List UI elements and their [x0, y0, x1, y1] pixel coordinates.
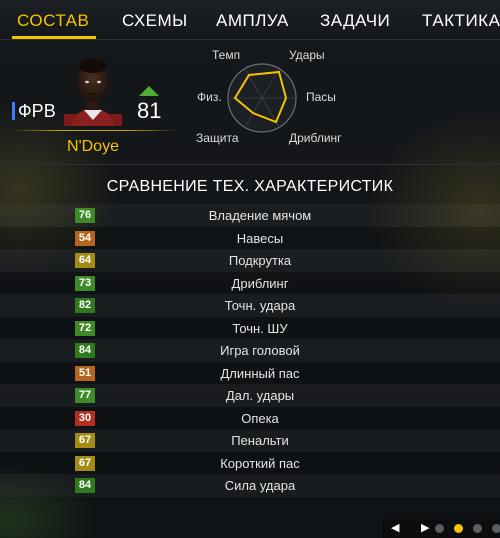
- pager: ◀ ▶: [382, 519, 500, 538]
- radar-label-passing: Пасы: [306, 90, 336, 104]
- attribute-label: Подкрутка: [228, 253, 292, 268]
- tab-roles[interactable]: АМПЛУА: [216, 11, 289, 31]
- tab-tactics[interactable]: ТАКТИКА: [422, 11, 500, 31]
- radar-label-pace: Темп: [212, 48, 241, 62]
- attribute-row: 67 Короткий пас: [0, 451, 500, 474]
- position-marker: [12, 102, 15, 120]
- attribute-value-badge: 67: [75, 433, 95, 448]
- attribute-row: 84 Сила удара: [0, 474, 500, 497]
- radar-label-dribbling: Дриблинг: [289, 131, 342, 145]
- player-portrait: [64, 59, 122, 126]
- player-name: N'Doye: [67, 138, 119, 155]
- previous-page-arrow-icon[interactable]: ◀: [391, 521, 399, 534]
- attribute-row: 51 Длинный пас: [0, 361, 500, 384]
- attribute-comparison-list: 76 Владение мячом 54 Навесы 64 Подкрутка 73 Дри…: [0, 204, 500, 497]
- page-dot[interactable]: [473, 524, 482, 533]
- attribute-value-badge: 73: [75, 275, 95, 291]
- attribute-value-badge: 54: [75, 230, 95, 246]
- name-divider: [10, 130, 178, 131]
- attribute-label: Дал. удары: [225, 388, 295, 403]
- player-card[interactable]: ФРВ 81 N'Doye: [8, 44, 178, 162]
- attribute-label: Дриблинг: [231, 275, 289, 291]
- active-tab-indicator: [12, 36, 96, 39]
- comparison-title: СРАВНЕНИЕ ТЕХ. ХАРАКТЕРИСТИК: [106, 178, 394, 195]
- radar-label-shooting: Удары: [289, 48, 325, 62]
- attribute-radar-chart: [227, 63, 297, 133]
- attribute-row: 76 Владение мячом: [0, 204, 500, 227]
- attribute-label: Пенальти: [231, 433, 289, 448]
- attribute-label: Длинный пас: [220, 365, 300, 381]
- attribute-row: 30 Опека: [0, 406, 500, 429]
- radar-label-physical: Физ.: [197, 90, 222, 104]
- attribute-row: 67 Пенальти: [0, 429, 500, 452]
- attribute-row: 72 Точн. ШУ: [0, 316, 500, 339]
- attribute-row: 54 Навесы: [0, 226, 500, 249]
- tab-squad[interactable]: СОСТАВ: [17, 11, 89, 31]
- attribute-value-badge: 72: [75, 320, 95, 336]
- attribute-label: Точн. удара: [224, 298, 296, 313]
- attribute-value-badge: 51: [75, 365, 95, 381]
- attribute-label: Точн. ШУ: [232, 320, 288, 336]
- attribute-value-badge: 67: [75, 455, 95, 471]
- attribute-row: 82 Точн. удара: [0, 294, 500, 317]
- overall-up-arrow-icon: [139, 86, 159, 96]
- attribute-row: 64 Подкрутка: [0, 249, 500, 272]
- attribute-value-badge: 30: [75, 410, 95, 426]
- player-overall: 81: [137, 98, 162, 123]
- radar-label-defending: Защита: [196, 131, 239, 145]
- attribute-row: 84 Игра головой: [0, 339, 500, 362]
- attribute-value-badge: 77: [75, 388, 95, 403]
- player-position: ФРВ: [18, 101, 56, 121]
- tab-bar: СОСТАВ СХЕМЫ АМПЛУА ЗАДАЧИ ТАКТИКА: [0, 0, 500, 40]
- page-dot[interactable]: [492, 524, 500, 533]
- next-page-arrow-icon[interactable]: ▶: [421, 521, 429, 534]
- attribute-label: Короткий пас: [220, 455, 300, 471]
- attribute-label: Сила удара: [224, 478, 296, 493]
- page-dot-active[interactable]: [454, 524, 463, 533]
- attribute-value-badge: 84: [75, 478, 95, 493]
- attribute-value-badge: 64: [75, 253, 95, 268]
- attribute-label: Игра головой: [220, 343, 300, 358]
- section-divider: [0, 164, 500, 165]
- attribute-label: Владение мячом: [208, 208, 312, 223]
- tab-instructions[interactable]: ЗАДАЧИ: [320, 11, 390, 31]
- attribute-row: 77 Дал. удары: [0, 384, 500, 407]
- attribute-label: Навесы: [236, 230, 284, 246]
- page-dot[interactable]: [435, 524, 444, 533]
- attribute-value-badge: 76: [75, 208, 95, 223]
- attribute-row: 73 Дриблинг: [0, 271, 500, 294]
- attribute-label: Опека: [241, 410, 279, 426]
- tab-formations[interactable]: СХЕМЫ: [122, 11, 188, 31]
- attribute-value-badge: 84: [75, 343, 95, 358]
- attribute-value-badge: 82: [75, 298, 95, 313]
